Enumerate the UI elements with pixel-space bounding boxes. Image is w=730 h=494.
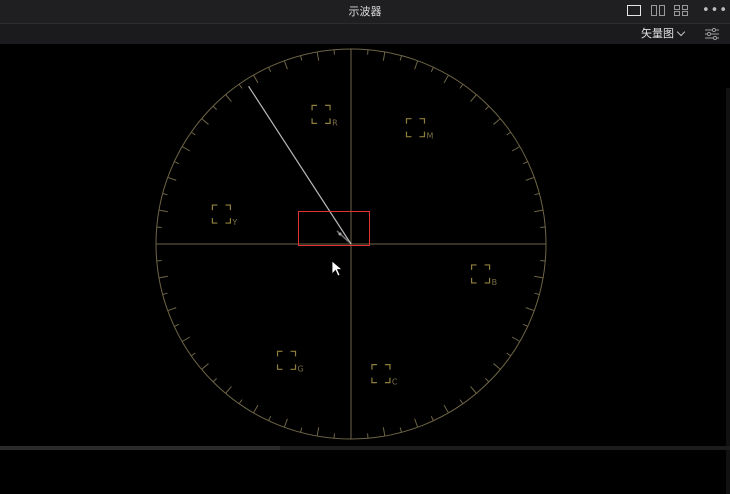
graticule-tick — [415, 61, 418, 69]
graticule-tick — [471, 386, 477, 393]
title-bar: 示波器 ••• — [0, 0, 730, 24]
quad-view-icon — [674, 5, 680, 10]
graticule-tick — [526, 177, 534, 180]
graticule-tick — [512, 337, 520, 342]
graticule-tick — [191, 353, 195, 356]
graticule-tick — [284, 419, 287, 427]
graticule-tick — [507, 132, 511, 135]
target-box-g — [278, 351, 296, 369]
chevron-down-icon — [677, 28, 685, 36]
bottom-scrollbar[interactable] — [0, 446, 730, 450]
graticule-tick — [523, 162, 528, 164]
graticule-tick — [174, 162, 179, 164]
graticule-tick — [284, 61, 287, 69]
graticule-tick — [239, 84, 242, 88]
graticule-tick — [213, 378, 217, 382]
graticule-tick — [202, 119, 209, 125]
selection-rectangle — [298, 211, 370, 246]
target-label-b: B — [492, 278, 498, 287]
window-title: 示波器 — [0, 0, 730, 23]
graticule-tick — [383, 52, 385, 61]
settings-sliders-icon[interactable] — [703, 26, 721, 42]
graticule-tick — [317, 52, 319, 61]
graticule-tick — [168, 177, 176, 180]
graticule-tick — [254, 75, 259, 83]
graticule-tick — [493, 119, 500, 125]
graticule-tick — [512, 147, 520, 152]
graticule-tick — [526, 308, 534, 311]
graticule-tick — [535, 293, 540, 294]
quad-view-button[interactable] — [674, 5, 688, 17]
graticule-tick — [534, 210, 543, 212]
graticule-tick — [460, 400, 463, 404]
mouse-cursor-icon — [331, 260, 343, 278]
target-box-m — [406, 119, 424, 137]
graticule-tick — [269, 67, 271, 72]
scope-mode-dropdown[interactable]: 矢量图 — [641, 25, 684, 43]
graticule-tick — [254, 405, 259, 413]
scope-mode-label: 矢量图 — [641, 25, 674, 43]
graticule-tick — [444, 75, 449, 83]
graticule-tick — [485, 378, 489, 382]
graticule-tick — [168, 308, 176, 311]
graticule-tick — [317, 427, 319, 436]
single-view-icon — [627, 5, 641, 16]
graticule-tick — [460, 84, 463, 88]
target-label-y: Y — [231, 218, 237, 227]
graticule-tick — [213, 106, 217, 110]
target-label-g: G — [298, 364, 304, 373]
graticule-tick — [400, 428, 401, 433]
dual-view-button[interactable] — [651, 5, 665, 17]
graticule-tick — [239, 400, 242, 404]
graticule-tick — [182, 147, 190, 152]
graticule-tick — [523, 324, 528, 326]
graticule-tick — [174, 324, 179, 326]
graticule-tick — [159, 276, 168, 278]
vectorscope-graticule: R M B C G Y — [0, 44, 730, 450]
graticule-tick — [535, 194, 540, 195]
graticule-tick — [534, 276, 543, 278]
target-label-m: M — [426, 132, 433, 141]
graticule-tick — [269, 416, 271, 421]
graticule-tick — [191, 132, 195, 135]
graticule-tick — [182, 337, 190, 342]
graticule-tick — [301, 428, 302, 433]
graticule-tick — [507, 353, 511, 356]
target-label-r: R — [332, 118, 338, 127]
more-options-icon[interactable]: ••• — [702, 0, 722, 23]
graticule-tick — [383, 427, 385, 436]
graticule-tick — [163, 293, 168, 294]
graticule-tick — [301, 56, 302, 61]
graticule-tick — [159, 210, 168, 212]
graticule-tick — [400, 56, 401, 61]
graticule-tick — [493, 364, 500, 370]
graticule-tick — [444, 405, 449, 413]
graticule-tick — [415, 419, 418, 427]
target-box-y — [212, 205, 230, 223]
graticule-tick — [431, 416, 433, 421]
single-view-button[interactable] — [627, 5, 641, 17]
graticule-tick — [202, 364, 209, 370]
target-box-r — [312, 105, 330, 123]
graticule-tick — [226, 386, 232, 393]
vectorscope-panel: R M B C G Y — [0, 44, 730, 450]
graticule-tick — [485, 106, 489, 110]
scope-toolbar: 矢量图 — [0, 24, 730, 44]
target-box-b — [472, 265, 490, 283]
graticule-tick — [471, 95, 477, 102]
graticule-tick — [431, 67, 433, 72]
dual-view-icon — [651, 5, 657, 16]
graticule-tick — [226, 95, 232, 102]
graticule-tick — [163, 194, 168, 195]
target-box-c — [372, 365, 390, 383]
target-label-c: C — [392, 378, 398, 387]
